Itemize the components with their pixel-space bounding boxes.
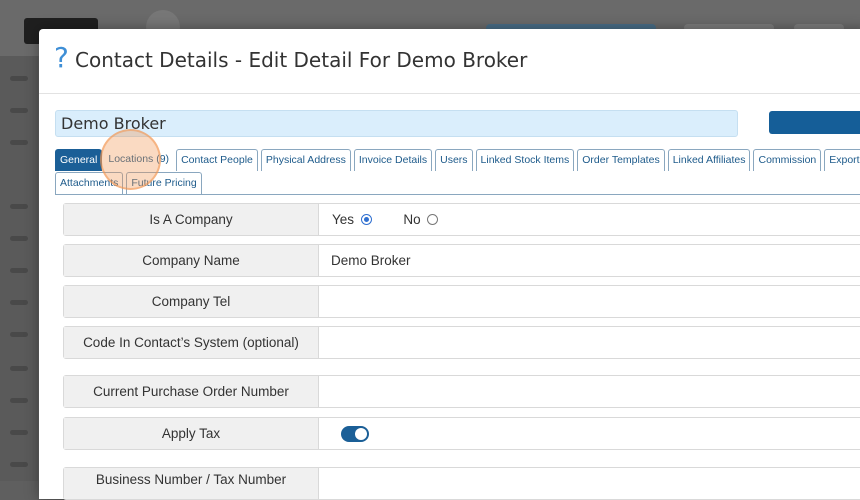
tabs-row-1: General Locations (9) Contact People Phy…	[55, 148, 860, 171]
click-indicator	[100, 129, 161, 190]
company-tel-input[interactable]	[331, 286, 860, 317]
modal-header: ? Contact Details - Edit Detail For Demo…	[39, 29, 860, 94]
form-row-company-name: Company Name Demo Broker	[63, 244, 860, 277]
background-sidebar-item	[10, 300, 28, 305]
question-mark-icon[interactable]: ?	[54, 41, 69, 74]
tabs-divider	[55, 194, 860, 195]
yes-radio-label: Yes	[332, 212, 355, 227]
background-sidebar-item	[10, 204, 28, 209]
no-radio-label: No	[403, 212, 421, 227]
form-row-apply-tax: Apply Tax	[63, 417, 860, 450]
company-name-label: Company Name	[64, 245, 319, 276]
current-po-label: Current Purchase Order Number	[64, 376, 319, 407]
tab-general[interactable]: General	[55, 149, 103, 171]
code-in-system-input[interactable]	[331, 327, 860, 358]
no-radio[interactable]	[427, 214, 439, 225]
tab-order-templates[interactable]: Order Templates	[577, 149, 665, 171]
form-row-code-in-system: Code In Contact’s System (optional)	[63, 326, 860, 359]
tab-commission[interactable]: Commission	[753, 149, 822, 171]
business-number-label: Business Number / Tax Number	[64, 468, 319, 499]
tab-linked-affiliates[interactable]: Linked Affiliates	[667, 149, 751, 171]
apply-tax-toggle[interactable]	[341, 426, 369, 442]
yes-radio[interactable]	[360, 214, 372, 225]
background-sidebar-item	[10, 332, 28, 337]
tab-users[interactable]: Users	[435, 149, 473, 171]
background-sidebar-item	[10, 268, 28, 273]
is-company-options: Yes No	[332, 204, 439, 235]
form-row-current-po: Current Purchase Order Number	[63, 375, 860, 408]
company-tel-label: Company Tel	[64, 286, 319, 317]
tab-export-contacts[interactable]: Export Con	[824, 149, 860, 171]
background-sidebar-item	[10, 462, 28, 467]
contact-details-modal: ? Contact Details - Edit Detail For Demo…	[39, 29, 860, 500]
background-sidebar-item	[10, 236, 28, 241]
contact-name-input[interactable]: Demo Broker	[55, 110, 738, 137]
form-row-business-number: Business Number / Tax Number	[63, 467, 860, 500]
form-row-company-tel: Company Tel	[63, 285, 860, 318]
background-sidebar-item	[10, 140, 28, 145]
background-sidebar-item	[10, 366, 28, 371]
code-in-system-label: Code In Contact’s System (optional)	[64, 327, 319, 358]
background-sidebar-item	[10, 76, 28, 81]
tab-linked-stock-items[interactable]: Linked Stock Items	[475, 149, 575, 171]
apply-tax-label: Apply Tax	[64, 418, 319, 449]
background-sidebar-item	[10, 430, 28, 435]
tab-invoice-details[interactable]: Invoice Details	[353, 149, 433, 171]
current-po-input[interactable]	[331, 376, 860, 407]
modal-title: Contact Details - Edit Detail For Demo B…	[75, 48, 528, 72]
form-row-is-company: Is A Company Yes No	[63, 203, 860, 236]
is-company-label: Is A Company	[64, 204, 319, 235]
business-number-input[interactable]	[331, 468, 860, 499]
background-sidebar-item	[10, 108, 28, 113]
company-name-input[interactable]: Demo Broker	[331, 245, 411, 276]
background-sidebar	[0, 56, 38, 481]
tab-contact-people[interactable]: Contact People	[176, 149, 258, 171]
background-sidebar-item	[10, 398, 28, 403]
save-button[interactable]	[769, 111, 860, 134]
tab-physical-address[interactable]: Physical Address	[260, 149, 351, 171]
